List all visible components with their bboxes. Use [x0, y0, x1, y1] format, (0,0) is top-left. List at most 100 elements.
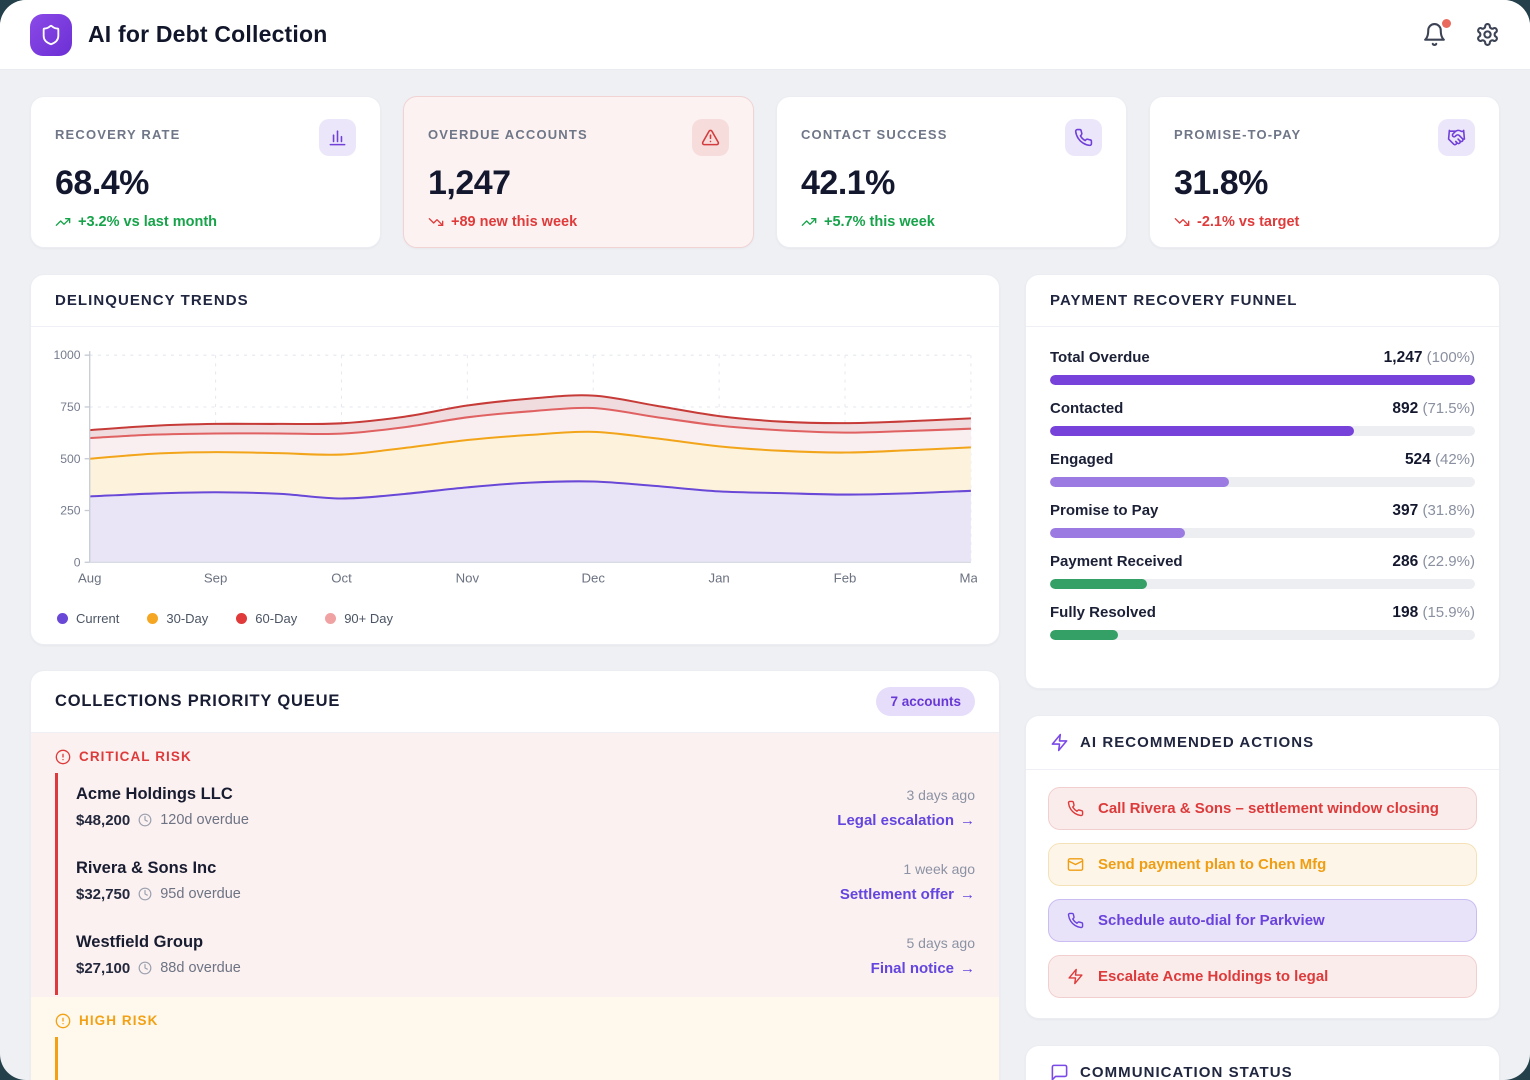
kpi-label: PROMISE-TO-PAY [1174, 119, 1301, 142]
funnel-stage-value: 397 (31.8%) [1392, 502, 1475, 520]
arrow-right-icon: → [960, 886, 975, 903]
funnel-stage-value: 892 (71.5%) [1392, 400, 1475, 418]
account-name: Westfield Group [76, 933, 241, 952]
svg-text:Jan: Jan [708, 571, 729, 586]
legend-label: 90+ Day [344, 611, 393, 626]
funnel-bar-fill [1050, 630, 1118, 640]
kpi-card-overdue-accounts[interactable]: OVERDUE ACCOUNTS1,247+89 new this week [403, 96, 754, 248]
queue-account-row-partial [55, 1037, 975, 1080]
queue-account-row[interactable]: Acme Holdings LLC$48,200120d overdue3 da… [55, 773, 975, 847]
legend-label: 60-Day [255, 611, 297, 626]
funnel-stage-label: Fully Resolved [1050, 604, 1156, 621]
funnel-row-payment-received: Payment Received 286 (22.9%) [1050, 553, 1475, 589]
kpi-delta-text: +3.2% vs last month [78, 214, 217, 230]
communication-title: COMMUNICATION STATUS [1080, 1064, 1293, 1080]
ai-action-label: Send payment plan to Chen Mfg [1098, 856, 1326, 873]
funnel-stage-value: 524 (42%) [1405, 451, 1475, 469]
legend-label: 30-Day [166, 611, 208, 626]
svg-text:750: 750 [60, 400, 81, 414]
account-amount: $27,100 [76, 960, 130, 977]
kpi-value: 31.8% [1174, 164, 1475, 203]
collections-priority-queue-panel: COLLECTIONS PRIORITY QUEUE 7 accounts CR… [30, 670, 1000, 1080]
next-action-link[interactable]: Settlement offer → [840, 886, 975, 903]
legend-dot [325, 613, 336, 624]
ai-action-button[interactable]: Call Rivera & Sons – settlement window c… [1048, 787, 1477, 830]
delinquency-chart: 02505007501000AugSepOctNovDecJanFebMar [31, 327, 999, 599]
risk-section-label: HIGH RISK [55, 1013, 975, 1029]
kpi-value: 68.4% [55, 164, 356, 203]
funnel-bar-fill [1050, 579, 1147, 589]
notifications-button[interactable] [1422, 22, 1447, 47]
last-contact-time: 1 week ago [840, 859, 975, 877]
ai-action-label: Schedule auto-dial for Parkview [1098, 912, 1325, 929]
legend-item-90-day: 90+ Day [325, 611, 393, 626]
phone-icon [1067, 912, 1084, 929]
funnel-stage-label: Engaged [1050, 451, 1113, 468]
content-area: RECOVERY RATE 68.4% +3.2% vs last month OVE… [0, 70, 1530, 1080]
next-action-link[interactable]: Legal escalation→ [837, 812, 975, 829]
funnel-bar-fill [1050, 477, 1229, 487]
svg-text:500: 500 [60, 452, 81, 466]
funnel-bar-track [1050, 630, 1475, 640]
kpi-card-promise-to-pay[interactable]: PROMISE-TO-PAY 31.8% -2.1% vs target [1149, 96, 1500, 248]
kpi-delta: +89 new this week [428, 214, 729, 230]
queue-account-row[interactable]: Rivera & Sons Inc$32,75095d overdue1 wee… [55, 847, 975, 921]
risk-section-critical: CRITICAL RISK Acme Holdings LLC$48,200120… [31, 733, 999, 997]
ai-recommended-actions-panel: AI RECOMMENDED ACTIONS Call Rivera & Son… [1025, 715, 1500, 1019]
ai-action-button[interactable]: Schedule auto-dial for Parkview [1048, 899, 1477, 942]
queue-title: COLLECTIONS PRIORITY QUEUE [55, 692, 340, 711]
payment-recovery-funnel-panel: PAYMENT RECOVERY FUNNEL Total Overdue1,2… [1025, 274, 1500, 689]
svg-text:1000: 1000 [53, 348, 80, 362]
queue-account-row[interactable]: Westfield Group$27,10088d overdue5 days … [55, 921, 975, 995]
kpi-cards-row: RECOVERY RATE 68.4% +3.2% vs last month OVE… [30, 96, 1500, 248]
funnel-row-total-overdue: Total Overdue 1,247 (100%) [1050, 349, 1475, 385]
kpi-value: 42.1% [801, 164, 1102, 203]
phone-icon [1067, 800, 1084, 817]
funnel-bar-fill [1050, 426, 1354, 436]
funnel-stage-label: Contacted [1050, 400, 1123, 417]
svg-text:250: 250 [60, 504, 81, 518]
notification-dot [1442, 19, 1451, 28]
legend-dot [57, 613, 68, 624]
funnel-bar-track [1050, 528, 1475, 538]
kpi-delta-text: -2.1% vs target [1197, 214, 1299, 230]
ai-action-button[interactable]: Escalate Acme Holdings to legal [1048, 955, 1477, 998]
risk-section-label: CRITICAL RISK [55, 749, 975, 765]
action-link-text: Legal escalation [837, 812, 954, 829]
delinquency-trends-title: DELINQUENCY TRENDS [55, 292, 249, 309]
bar-chart-icon [319, 119, 356, 156]
settings-button[interactable] [1475, 22, 1500, 47]
last-contact-time: 3 days ago [837, 785, 975, 803]
kpi-delta-text: +5.7% this week [824, 214, 935, 230]
queue-sections: CRITICAL RISK Acme Holdings LLC$48,200120… [31, 733, 999, 1080]
svg-text:Mar: Mar [960, 571, 977, 586]
funnel-stage-label: Total Overdue [1050, 349, 1150, 366]
kpi-card-recovery-rate[interactable]: RECOVERY RATE 68.4% +3.2% vs last month [30, 96, 381, 248]
funnel-stage-label: Payment Received [1050, 553, 1183, 570]
risk-label-text: HIGH RISK [79, 1013, 158, 1028]
funnel-bar-fill [1050, 375, 1475, 385]
svg-text:Aug: Aug [78, 571, 101, 586]
clock-icon [138, 813, 152, 827]
ai-action-button[interactable]: Send payment plan to Chen Mfg [1048, 843, 1477, 886]
svg-text:0: 0 [74, 555, 81, 569]
alert-circle-icon [55, 1013, 71, 1029]
accounts-count-badge: 7 accounts [876, 687, 975, 716]
trending-up-icon [55, 214, 71, 230]
last-contact-time: 5 days ago [871, 933, 975, 951]
funnel-stage-value: 286 (22.9%) [1392, 553, 1475, 571]
page-title: AI for Debt Collection [88, 21, 328, 48]
kpi-label: RECOVERY RATE [55, 119, 181, 142]
funnel-row-promise-to-pay: Promise to Pay397 (31.8%) [1050, 502, 1475, 538]
kpi-delta: +3.2% vs last month [55, 214, 356, 230]
actions-title: AI RECOMMENDED ACTIONS [1080, 734, 1314, 751]
funnel-row-engaged: Engaged 524 (42%) [1050, 451, 1475, 487]
legend-item-current: Current [57, 611, 119, 626]
kpi-card-contact-success[interactable]: CONTACT SUCCESS42.1%+5.7% this week [776, 96, 1127, 248]
next-action-link[interactable]: Final notice→ [871, 960, 975, 977]
alert-circle-icon [55, 749, 71, 765]
funnel-stage-value: 1,247 (100%) [1384, 349, 1475, 367]
action-link-text: Settlement offer [840, 886, 954, 903]
kpi-delta: +5.7% this week [801, 214, 1102, 230]
svg-text:Dec: Dec [582, 571, 606, 586]
